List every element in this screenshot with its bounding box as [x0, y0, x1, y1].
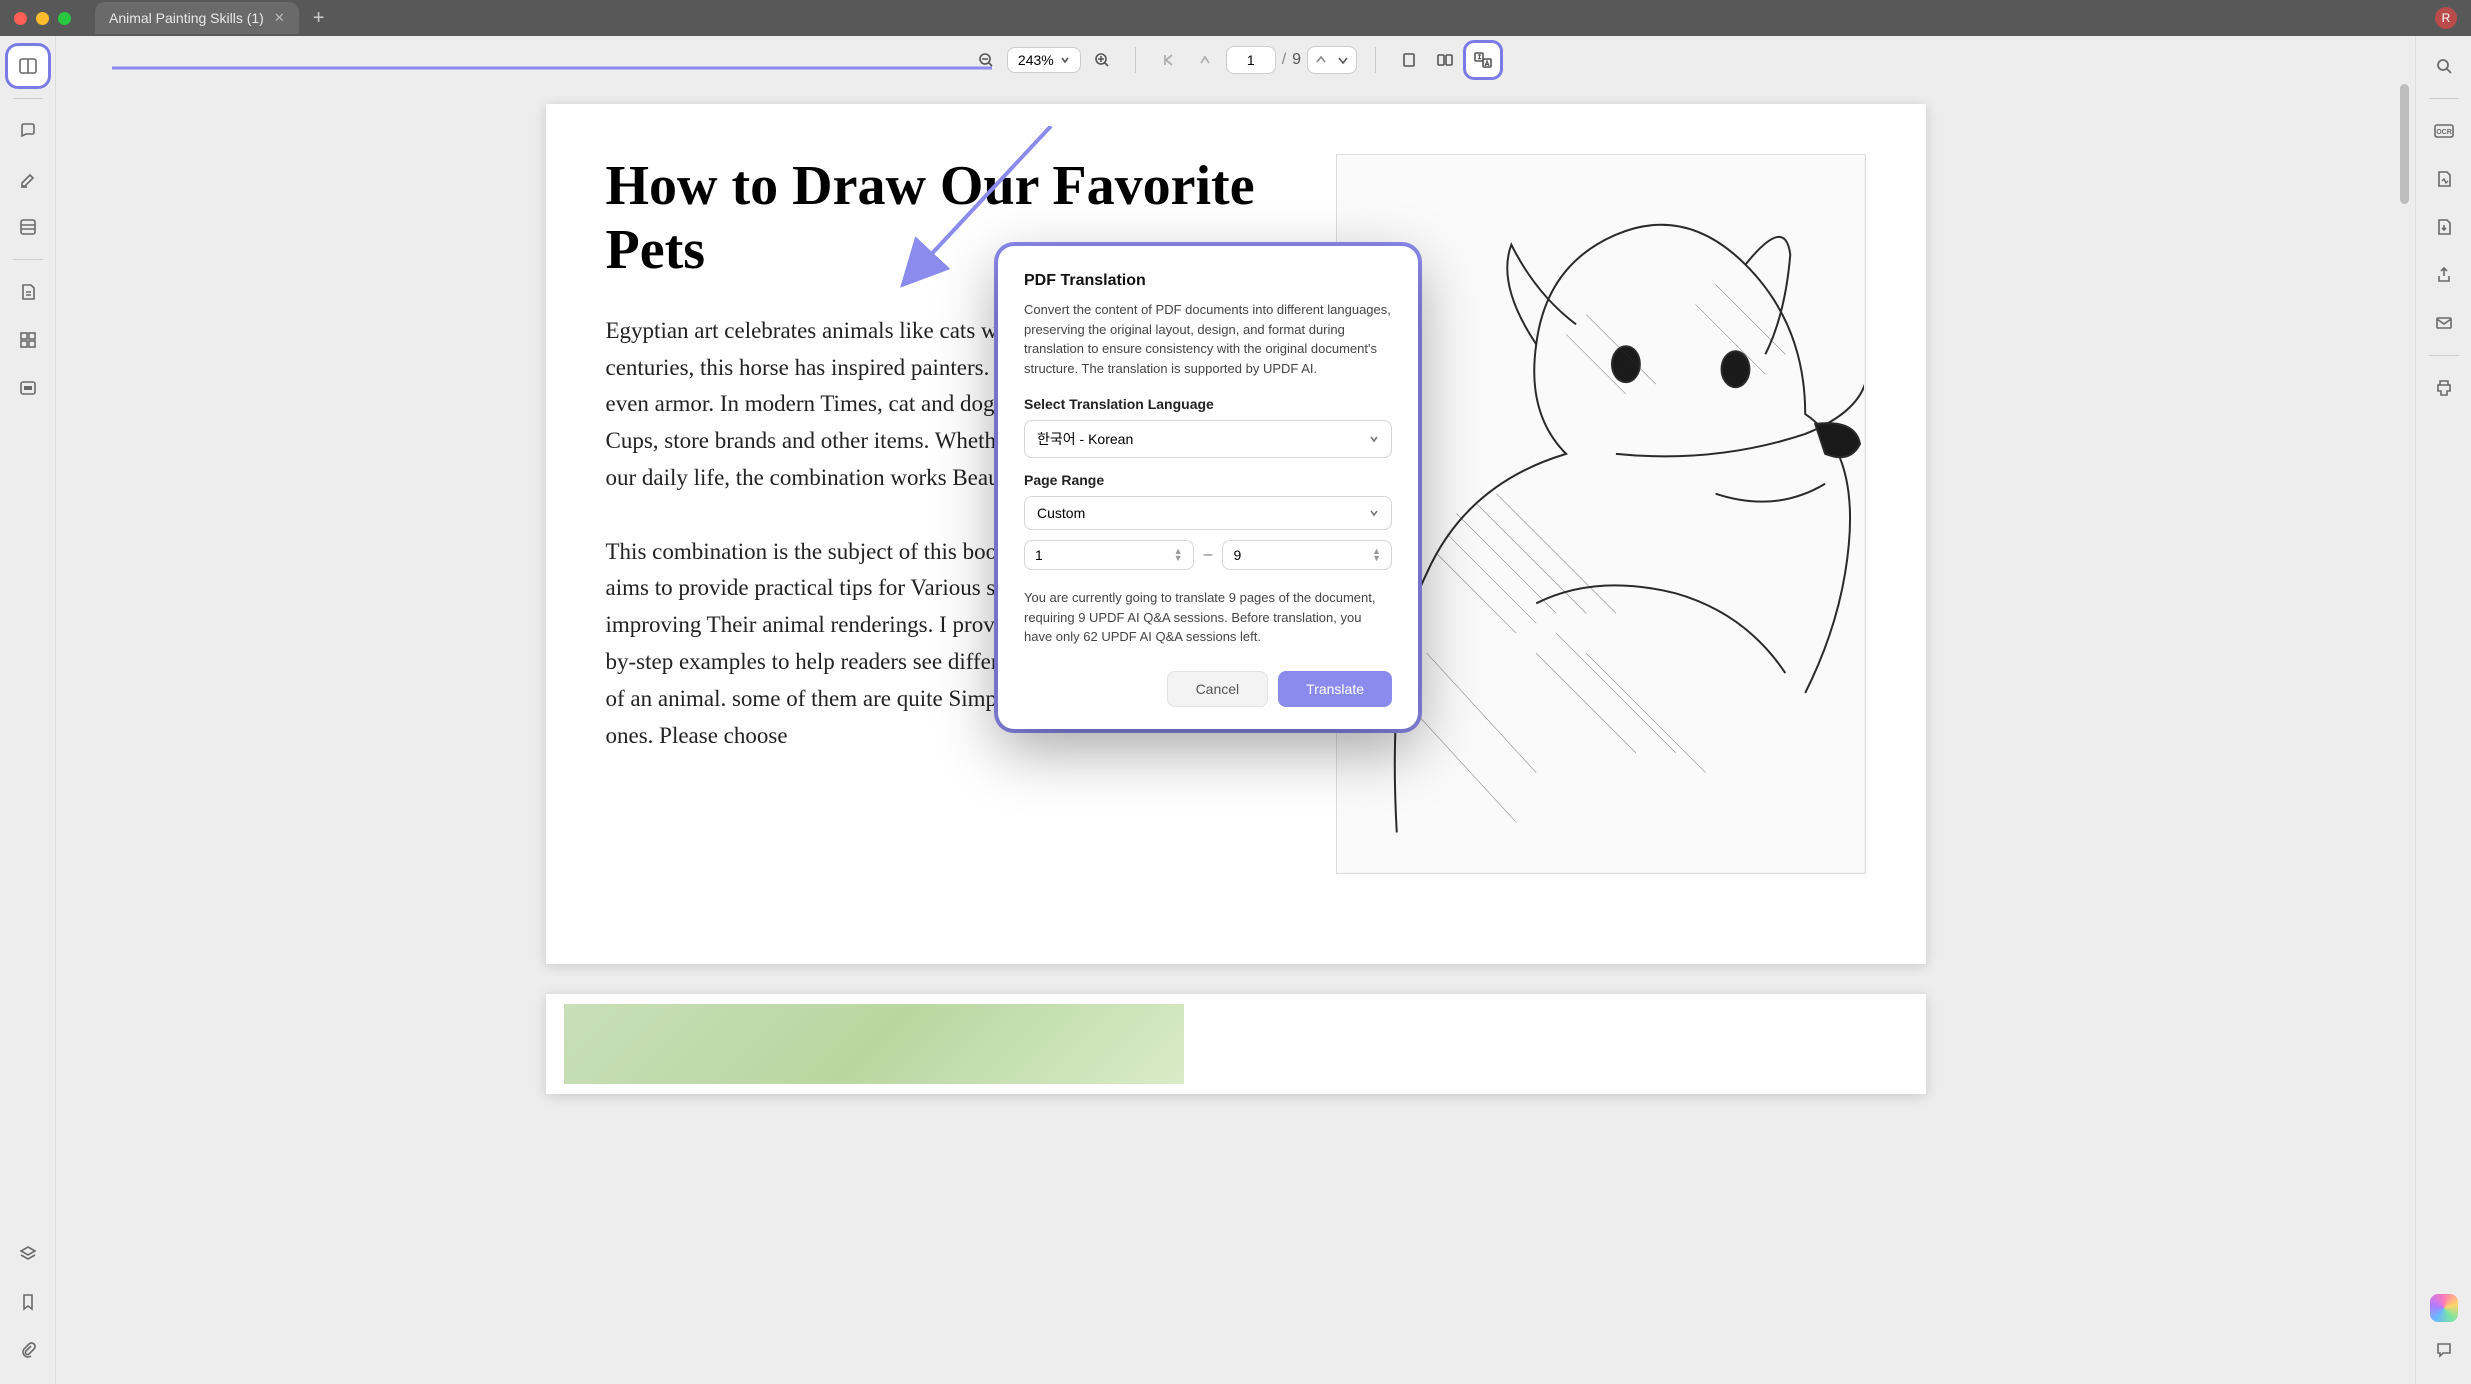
chevron-up-icon[interactable] [1314, 53, 1328, 67]
pdf-page-next [546, 994, 1926, 1094]
close-window[interactable] [14, 12, 27, 25]
translate-dialog: PDF Translation Convert the content of P… [998, 246, 1418, 729]
maximize-window[interactable] [58, 12, 71, 25]
sidebar-separator [2429, 355, 2459, 356]
zoom-select[interactable]: 243% [1007, 47, 1081, 73]
chevron-down-icon[interactable] [1336, 53, 1350, 67]
new-tab-button[interactable]: + [313, 7, 325, 30]
dialog-title: PDF Translation [1024, 272, 1392, 290]
svg-text:OCR: OCR [2436, 129, 2452, 136]
page-total: 9 [1292, 51, 1301, 69]
page-nav-compact [1307, 46, 1357, 74]
range-label: Page Range [1024, 472, 1392, 488]
range-to-value: 9 [1233, 547, 1241, 563]
stepper-down-icon[interactable]: ▼ [1372, 555, 1381, 562]
two-page-button[interactable] [1430, 45, 1460, 75]
language-select[interactable]: 한국어 - Korean [1024, 420, 1392, 458]
prev-page-button[interactable] [1190, 45, 1220, 75]
form-tool-button[interactable] [8, 272, 48, 312]
chevron-down-icon [1369, 434, 1379, 444]
attachment-button[interactable] [8, 1330, 48, 1370]
page-indicator: / 9 [1226, 46, 1301, 74]
page-current-input[interactable] [1226, 46, 1276, 74]
range-from-value: 1 [1035, 547, 1043, 563]
page-thumbnail [564, 1004, 1184, 1084]
main-canvas: 243% / [56, 36, 2415, 1384]
right-sidebar: OCR [2415, 36, 2471, 1384]
chevron-down-icon [1060, 55, 1070, 65]
scrollbar-thumb[interactable] [2400, 84, 2409, 204]
ai-assistant-button[interactable] [2430, 1294, 2458, 1322]
convert-button[interactable] [2424, 159, 2464, 199]
organize-tool-button[interactable] [8, 320, 48, 360]
range-select[interactable]: Custom [1024, 496, 1392, 530]
export-button[interactable] [2424, 207, 2464, 247]
language-label: Select Translation Language [1024, 396, 1392, 412]
toolbar-divider [1135, 47, 1136, 73]
toolbar-divider [1375, 47, 1376, 73]
translate-confirm-button[interactable]: Translate [1278, 671, 1392, 707]
sidebar-separator [2429, 98, 2459, 99]
top-toolbar: 243% / [56, 36, 2415, 84]
share-button[interactable] [2424, 255, 2464, 295]
zoom-in-button[interactable] [1087, 45, 1117, 75]
zoom-out-button[interactable] [971, 45, 1001, 75]
bookmark-button[interactable] [8, 1282, 48, 1322]
edit-tool-button[interactable] [8, 159, 48, 199]
range-dash: – [1204, 546, 1213, 564]
sidebar-separator [13, 259, 43, 260]
session-note: You are currently going to translate 9 p… [1024, 588, 1392, 647]
ocr-button[interactable]: OCR [2424, 111, 2464, 151]
close-tab-icon[interactable]: ✕ [274, 10, 285, 26]
page-tool-button[interactable] [8, 207, 48, 247]
tab-title: Animal Painting Skills (1) [109, 10, 264, 26]
first-page-button[interactable] [1154, 45, 1184, 75]
language-value: 한국어 - Korean [1037, 429, 1133, 449]
translate-button[interactable] [1466, 43, 1500, 77]
print-button[interactable] [2424, 368, 2464, 408]
reader-mode-button[interactable] [8, 46, 48, 86]
page-separator: / [1282, 51, 1286, 69]
minimize-window[interactable] [36, 12, 49, 25]
single-page-button[interactable] [1394, 45, 1424, 75]
cancel-button[interactable]: Cancel [1167, 671, 1269, 707]
range-from-input[interactable]: 1 ▲▼ [1024, 540, 1194, 570]
range-to-input[interactable]: 9 ▲▼ [1222, 540, 1392, 570]
chevron-down-icon [1369, 508, 1379, 518]
dialog-description: Convert the content of PDF documents int… [1024, 300, 1392, 378]
chat-button[interactable] [2424, 1330, 2464, 1370]
zoom-value: 243% [1018, 52, 1054, 68]
email-button[interactable] [2424, 303, 2464, 343]
stepper-down-icon[interactable]: ▼ [1174, 555, 1183, 562]
comment-tool-button[interactable] [8, 111, 48, 151]
traffic-lights [14, 12, 71, 25]
left-sidebar [0, 36, 56, 1384]
range-value: Custom [1037, 505, 1085, 521]
window-titlebar: Animal Painting Skills (1) ✕ + R [0, 0, 2471, 36]
sidebar-separator [13, 98, 43, 99]
document-tab[interactable]: Animal Painting Skills (1) ✕ [95, 2, 299, 34]
user-avatar[interactable]: R [2435, 7, 2457, 29]
search-button[interactable] [2424, 46, 2464, 86]
layers-button[interactable] [8, 1234, 48, 1274]
redact-tool-button[interactable] [8, 368, 48, 408]
scrollbar-track[interactable] [2399, 84, 2411, 1380]
